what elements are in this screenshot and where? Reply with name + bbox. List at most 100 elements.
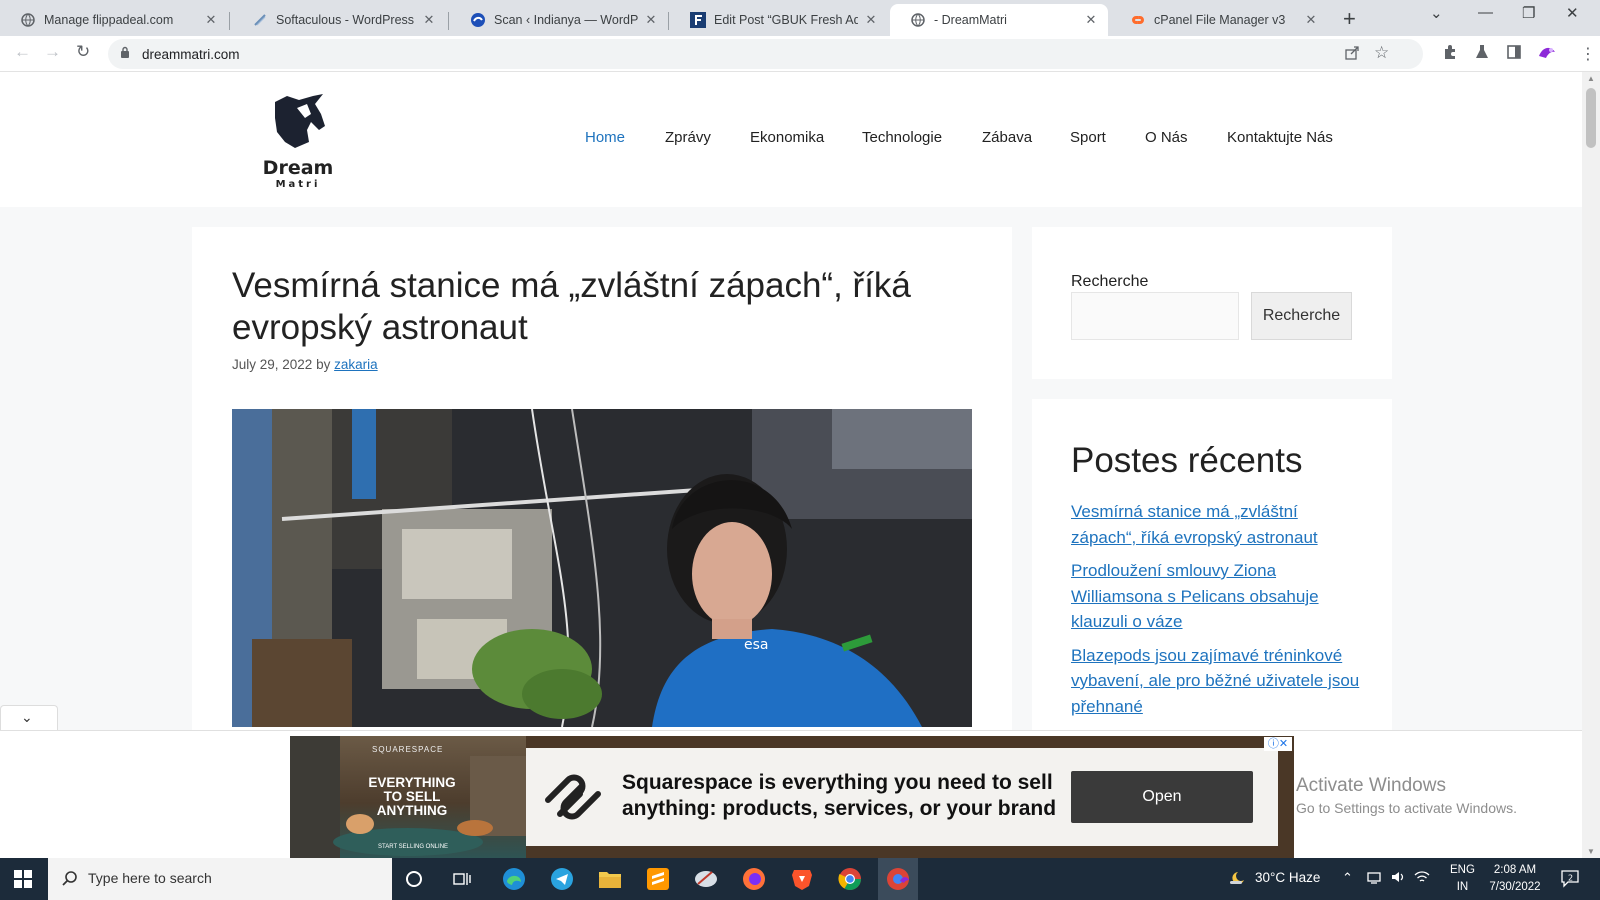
nav-kontaktujte-nas[interactable]: Kontaktujte Nás — [1227, 129, 1333, 146]
file-explorer-icon[interactable] — [598, 867, 622, 891]
logo-line1: Dream — [262, 157, 334, 179]
tab-edit-post[interactable]: Edit Post “GBUK Fresh Adsens ✕ — [670, 4, 888, 36]
search-label: Recherche — [1071, 273, 1149, 290]
nav-o-nas[interactable]: O Nás — [1145, 129, 1188, 146]
nav-sport[interactable]: Sport — [1070, 129, 1106, 146]
taskbar-search-box[interactable]: Type here to search — [48, 858, 392, 900]
squarespace-logo-icon — [545, 774, 601, 820]
close-icon[interactable]: ✕ — [1304, 12, 1318, 28]
recent-post-link[interactable]: Vesmírná stanice má „zvláštní zápach“, ř… — [1071, 502, 1318, 547]
sublime-text-icon[interactable] — [646, 867, 670, 891]
telegram-icon[interactable] — [550, 867, 574, 891]
windows-start-icon[interactable] — [14, 870, 32, 893]
tab-search-icon[interactable]: ⌄ — [1430, 4, 1443, 22]
search-input[interactable] — [1071, 292, 1239, 340]
f-icon — [690, 12, 706, 28]
globe-icon — [910, 12, 926, 28]
close-icon[interactable]: ✕ — [1084, 12, 1098, 28]
clock-time: 2:08 AM — [1493, 864, 1537, 876]
weather-icon[interactable] — [1228, 870, 1246, 889]
browser-tab-strip: Manage flippadeal.com ✕ Softaculous - Wo… — [0, 0, 1600, 36]
tab-manage-flippadeal[interactable]: Manage flippadeal.com ✕ — [0, 4, 228, 36]
new-tab-button[interactable]: + — [1343, 6, 1356, 32]
scrollbar-thumb[interactable] — [1586, 88, 1596, 148]
ad-card[interactable]: Squarespace is everything you need to se… — [526, 748, 1278, 846]
tab-dreammatri[interactable]: - DreamMatri ✕ — [890, 4, 1108, 36]
address-bar[interactable]: dreammatri.com ☆ — [108, 39, 1423, 69]
brave-browser-icon[interactable] — [790, 867, 814, 891]
nav-zpravy[interactable]: Zprávy — [665, 129, 711, 146]
ad-collapse-button[interactable]: ⌄ — [0, 705, 58, 731]
browser-toolbar: ← → ↻ dreammatri.com ☆ ⋮ — [0, 36, 1600, 72]
weather-text[interactable]: 30°C Haze — [1255, 870, 1320, 885]
list-item: Blazepods jsou zajímavé tréninkové vybav… — [1071, 643, 1361, 720]
wifi-icon[interactable] — [1414, 870, 1430, 887]
site-logo[interactable]: Dream Matri — [262, 92, 334, 192]
close-icon[interactable]: ✕ — [204, 12, 218, 28]
reload-icon[interactable]: ↻ — [76, 42, 90, 62]
lock-icon[interactable] — [120, 46, 130, 64]
cortana-icon[interactable] — [402, 867, 426, 891]
nav-ekonomika[interactable]: Ekonomika — [750, 129, 824, 146]
notification-center-icon[interactable]: 2 — [1560, 868, 1580, 893]
cpanel-icon — [1130, 12, 1146, 28]
softaculous-icon — [252, 12, 268, 28]
search-widget: Recherche Recherche — [1032, 227, 1392, 379]
wordfence-icon — [470, 12, 486, 28]
taskbar-search-placeholder: Type here to search — [88, 870, 212, 886]
page-scrollbar[interactable]: ▲ ▼ — [1582, 72, 1600, 858]
browser-menu-icon[interactable]: ⋮ — [1580, 44, 1596, 64]
chevron-up-icon[interactable]: ⌃ — [1342, 870, 1353, 886]
bookmark-star-icon[interactable]: ☆ — [1374, 43, 1389, 63]
share-icon[interactable] — [1344, 45, 1360, 66]
close-icon[interactable]: ✕ — [422, 12, 436, 28]
network-icon[interactable] — [1366, 870, 1382, 887]
tab-softaculous[interactable]: Softaculous - WordPress Man ✕ — [232, 4, 446, 36]
maximize-icon[interactable]: ❐ — [1522, 4, 1535, 22]
recent-post-link[interactable]: Blazepods jsou zajímavé tréninkové vybav… — [1071, 646, 1359, 716]
firefox-icon[interactable] — [742, 867, 766, 891]
article-by: by — [316, 357, 331, 372]
ad-line2: anything: products, services, or your br… — [622, 797, 1057, 820]
tab-scan-indianya[interactable]: Scan ‹ Indianya — WordPress ✕ — [450, 4, 668, 36]
ad-choices-close-icon[interactable]: ⓘ✕ — [1264, 737, 1292, 751]
ad-brand-text: SQUARESPACE — [372, 745, 444, 754]
back-arrow-icon[interactable]: ← — [14, 42, 31, 62]
input-language[interactable]: ENG IN — [1450, 862, 1475, 896]
snipping-tool-icon[interactable] — [694, 867, 718, 891]
extension-flask-icon[interactable] — [1474, 44, 1490, 65]
close-icon[interactable]: ✕ — [864, 12, 878, 28]
scroll-up-arrow-icon[interactable]: ▲ — [1587, 74, 1595, 83]
ad-image[interactable]: SQUARESPACE EVERYTHING TO SELL ANYTHING … — [290, 736, 526, 858]
ad-line1: Squarespace is everything you need to se… — [622, 771, 1053, 794]
taskbar-clock[interactable]: 2:08 AM 7/30/2022 — [1480, 862, 1550, 896]
logo-line2: Matri — [275, 179, 321, 190]
volume-icon[interactable] — [1390, 870, 1406, 887]
article-featured-image[interactable]: esa — [232, 409, 972, 727]
chrome-profile-taskbar-icon[interactable] — [878, 858, 918, 900]
extensions-icon[interactable] — [1442, 44, 1458, 65]
task-view-icon[interactable] — [450, 867, 474, 891]
language-code: ENG — [1450, 864, 1475, 876]
close-icon[interactable]: ✕ — [644, 12, 658, 28]
nav-home[interactable]: Home — [585, 129, 625, 146]
ad-banner[interactable]: SQUARESPACE EVERYTHING TO SELL ANYTHING … — [290, 736, 1294, 858]
recent-post-link[interactable]: Prodloužení smlouvy Ziona Williamsona s … — [1071, 561, 1319, 631]
tab-separator — [448, 12, 449, 30]
nav-technologie[interactable]: Technologie — [862, 129, 942, 146]
scroll-down-arrow-icon[interactable]: ▼ — [1587, 847, 1595, 856]
list-item: Prodloužení smlouvy Ziona Williamsona s … — [1071, 558, 1361, 635]
forward-arrow-icon[interactable]: → — [44, 42, 61, 62]
edge-browser-icon[interactable] — [502, 867, 526, 891]
minimize-icon[interactable]: — — [1478, 4, 1493, 21]
ad-open-button[interactable]: Open — [1071, 771, 1253, 823]
search-button[interactable]: Recherche — [1251, 292, 1352, 340]
side-panel-icon[interactable] — [1506, 44, 1522, 65]
window-close-icon[interactable]: ✕ — [1566, 4, 1579, 22]
recent-posts-list: Vesmírná stanice má „zvláštní zápach“, ř… — [1071, 499, 1361, 727]
chrome-icon[interactable] — [838, 867, 862, 891]
nav-zabava[interactable]: Zábava — [982, 129, 1032, 146]
profile-avatar-icon[interactable] — [1537, 44, 1557, 67]
tab-cpanel[interactable]: cPanel File Manager v3 ✕ — [1110, 4, 1328, 36]
author-link[interactable]: zakaria — [334, 357, 378, 372]
